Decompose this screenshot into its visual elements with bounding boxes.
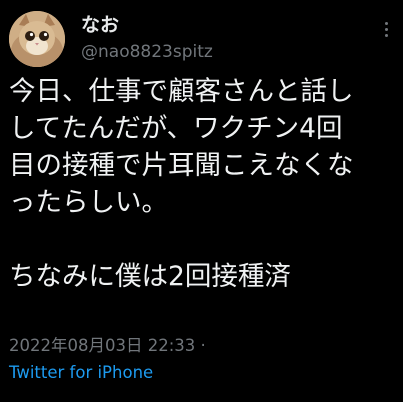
tweet-source-link[interactable]: Twitter for iPhone <box>9 363 153 383</box>
tweet-text-line: してたんだが、ワクチン4回 <box>9 113 343 144</box>
tweet-meta: 2022年08月03日 22:33 · <box>9 336 206 356</box>
tweet-text-line: 今日、仕事で顧客さんと話し <box>9 76 354 107</box>
tweet-text-line: ちなみに僕は2回接種済 <box>9 261 291 292</box>
user-handle[interactable]: @nao8823spitz <box>81 42 213 62</box>
tweet-timestamp[interactable]: 2022年08月03日 22:33 <box>9 336 195 355</box>
tweet-text-line: ったらしい。 <box>9 187 168 218</box>
tweet-text-line: 目の接種で片耳聞こえなくな <box>9 150 354 181</box>
avatar[interactable] <box>9 11 65 67</box>
meta-separator: · <box>200 336 206 355</box>
tweet-text-line <box>9 221 397 258</box>
more-vertical-icon[interactable] <box>385 22 389 40</box>
display-name[interactable]: なお <box>81 14 119 36</box>
cat-avatar-image <box>9 11 65 67</box>
tweet-text: 今日、仕事で顧客さんと話し してたんだが、ワクチン4回 目の接種で片耳聞こえなく… <box>9 73 397 295</box>
tweet-card: なお @nao8823spitz 今日、仕事で顧客さんと話し してたんだが、ワク… <box>0 0 403 402</box>
